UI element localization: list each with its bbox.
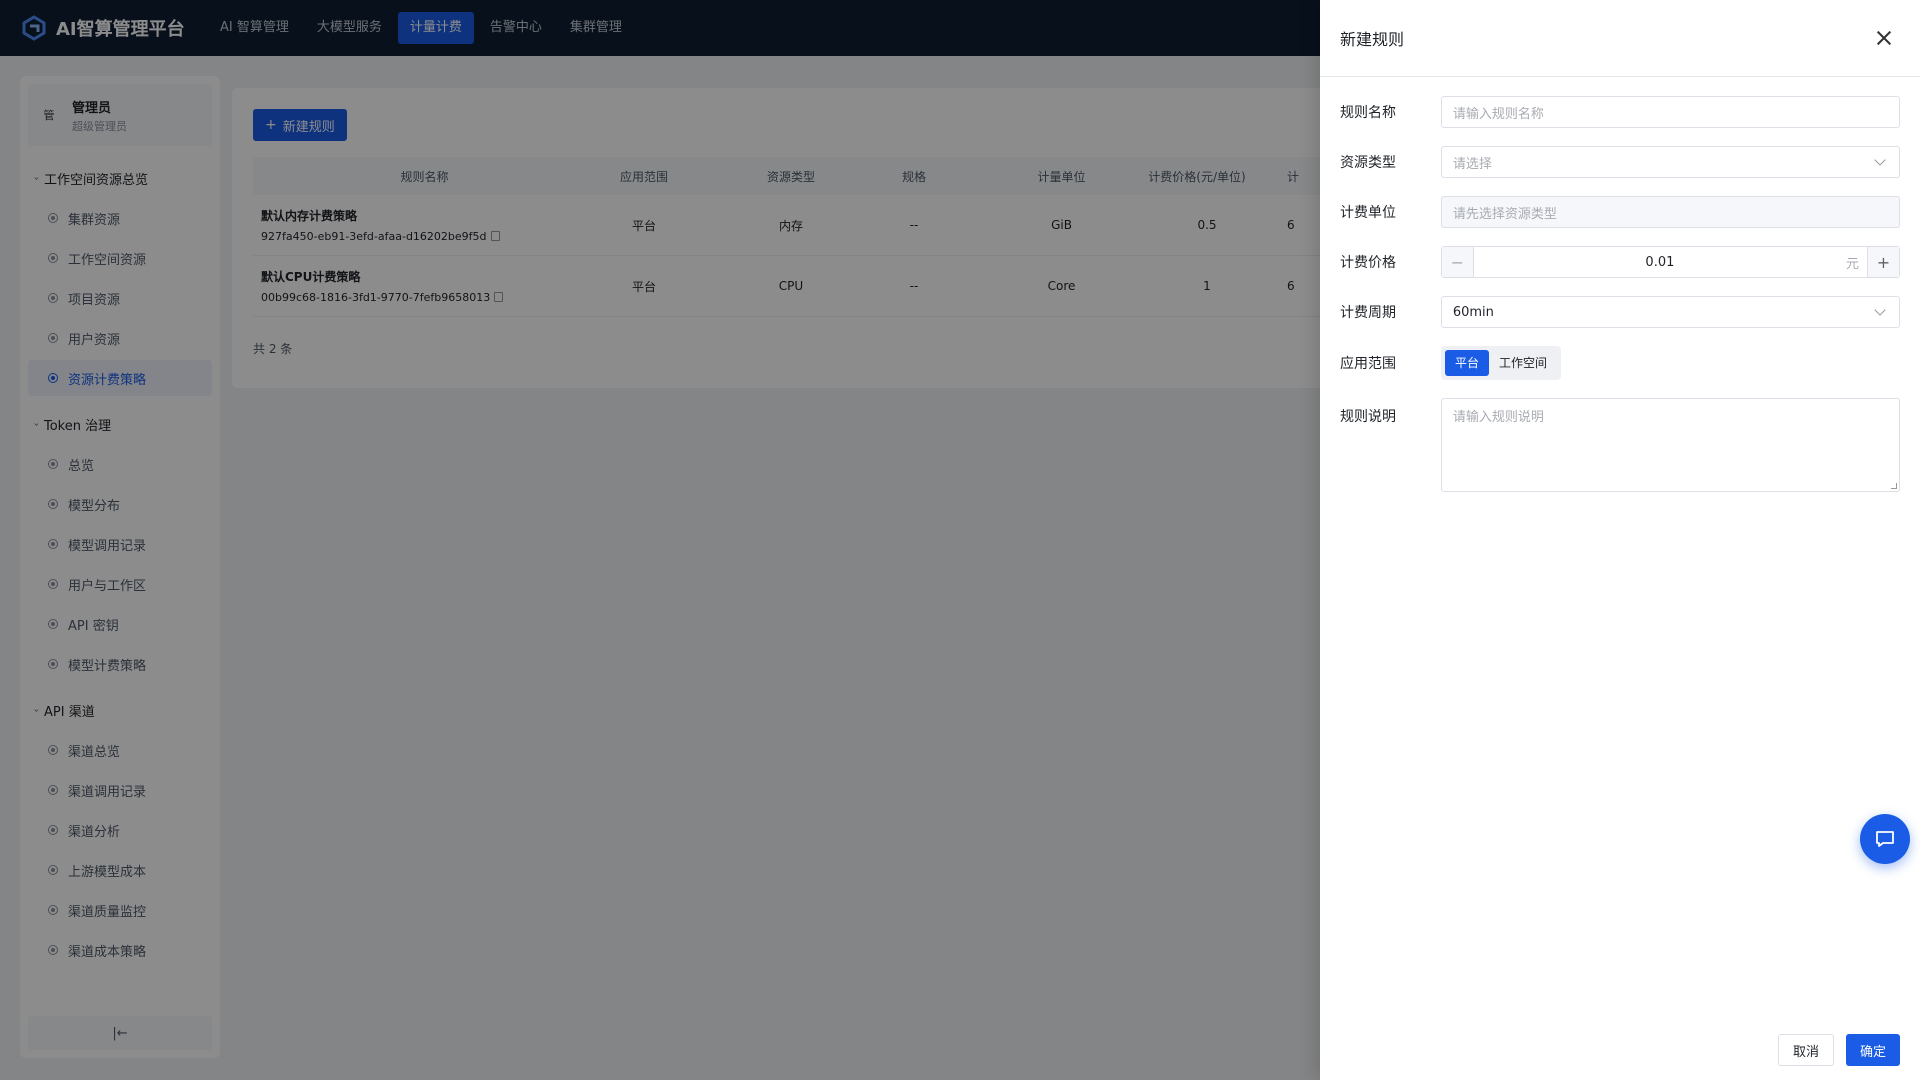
billing-unit-input: 请先选择资源类型 (1440, 196, 1900, 228)
price-stepper: − 0.01 元 + (1440, 246, 1900, 278)
form-row-description: 规则说明 请输入规则说明 (1340, 398, 1900, 492)
description-label: 规则说明 (1340, 409, 1396, 425)
form-row-price: 计费价格 − 0.01 元 + (1340, 246, 1900, 278)
form-row-resource-type: 资源类型 请选择 (1340, 146, 1900, 178)
rule-name-input[interactable]: 请输入规则名称 (1440, 96, 1900, 128)
scope-label: 应用范围 (1340, 356, 1396, 372)
resource-type-placeholder: 请选择 (1452, 156, 1492, 172)
form-row-billing-unit: 计费单位 请先选择资源类型 (1340, 196, 1900, 228)
resize-handle-icon[interactable] (1891, 483, 1897, 489)
billing-unit-label: 计费单位 (1340, 205, 1396, 221)
period-select[interactable]: 60min (1440, 296, 1900, 328)
cancel-button[interactable]: 取消 (1777, 1034, 1834, 1066)
rule-form: 规则名称 请输入规则名称 资源类型 请选择 计费单位 请先选择资源类型 计费价格… (1340, 96, 1900, 510)
chevron-down-icon (1874, 304, 1886, 316)
increment-button[interactable]: + (1867, 247, 1899, 277)
description-placeholder: 请输入规则说明 (1452, 410, 1544, 425)
price-suffix: 元 (1845, 256, 1859, 272)
resource-type-select[interactable]: 请选择 (1440, 146, 1900, 178)
billing-unit-placeholder: 请先选择资源类型 (1452, 206, 1557, 222)
price-input[interactable]: 0.01 (1474, 255, 1846, 270)
scope-option-workspace[interactable]: 工作空间 (1489, 350, 1557, 376)
chat-button[interactable] (1860, 814, 1910, 864)
drawer-title: 新建规则 (1340, 30, 1405, 49)
description-textarea[interactable]: 请输入规则说明 (1440, 398, 1900, 492)
price-label: 计费价格 (1340, 255, 1396, 271)
resource-type-label: 资源类型 (1340, 155, 1396, 171)
chevron-down-icon (1874, 154, 1886, 166)
form-row-scope: 应用范围 平台 工作空间 (1340, 346, 1900, 380)
scope-option-platform[interactable]: 平台 (1445, 350, 1490, 376)
close-icon[interactable] (1876, 30, 1892, 46)
rule-name-placeholder: 请输入规则名称 (1452, 106, 1544, 122)
form-row-period: 计费周期 60min (1340, 296, 1900, 328)
chat-bubble-icon (1876, 831, 1894, 847)
drawer-header: 新建规则 (1320, 0, 1920, 77)
period-label: 计费周期 (1340, 305, 1396, 321)
decrement-button[interactable]: − (1441, 247, 1474, 277)
form-row-name: 规则名称 请输入规则名称 (1340, 96, 1900, 128)
new-rule-drawer: 新建规则 规则名称 请输入规则名称 资源类型 请选择 计费单位 请先选择资源类型… (1320, 0, 1920, 1080)
confirm-button[interactable]: 确定 (1845, 1034, 1900, 1066)
drawer-footer: 取消 确定 (1777, 1034, 1900, 1066)
period-value: 60min (1452, 304, 1494, 320)
scope-segmented-control: 平台 工作空间 (1441, 346, 1562, 380)
rule-name-label: 规则名称 (1340, 105, 1396, 121)
